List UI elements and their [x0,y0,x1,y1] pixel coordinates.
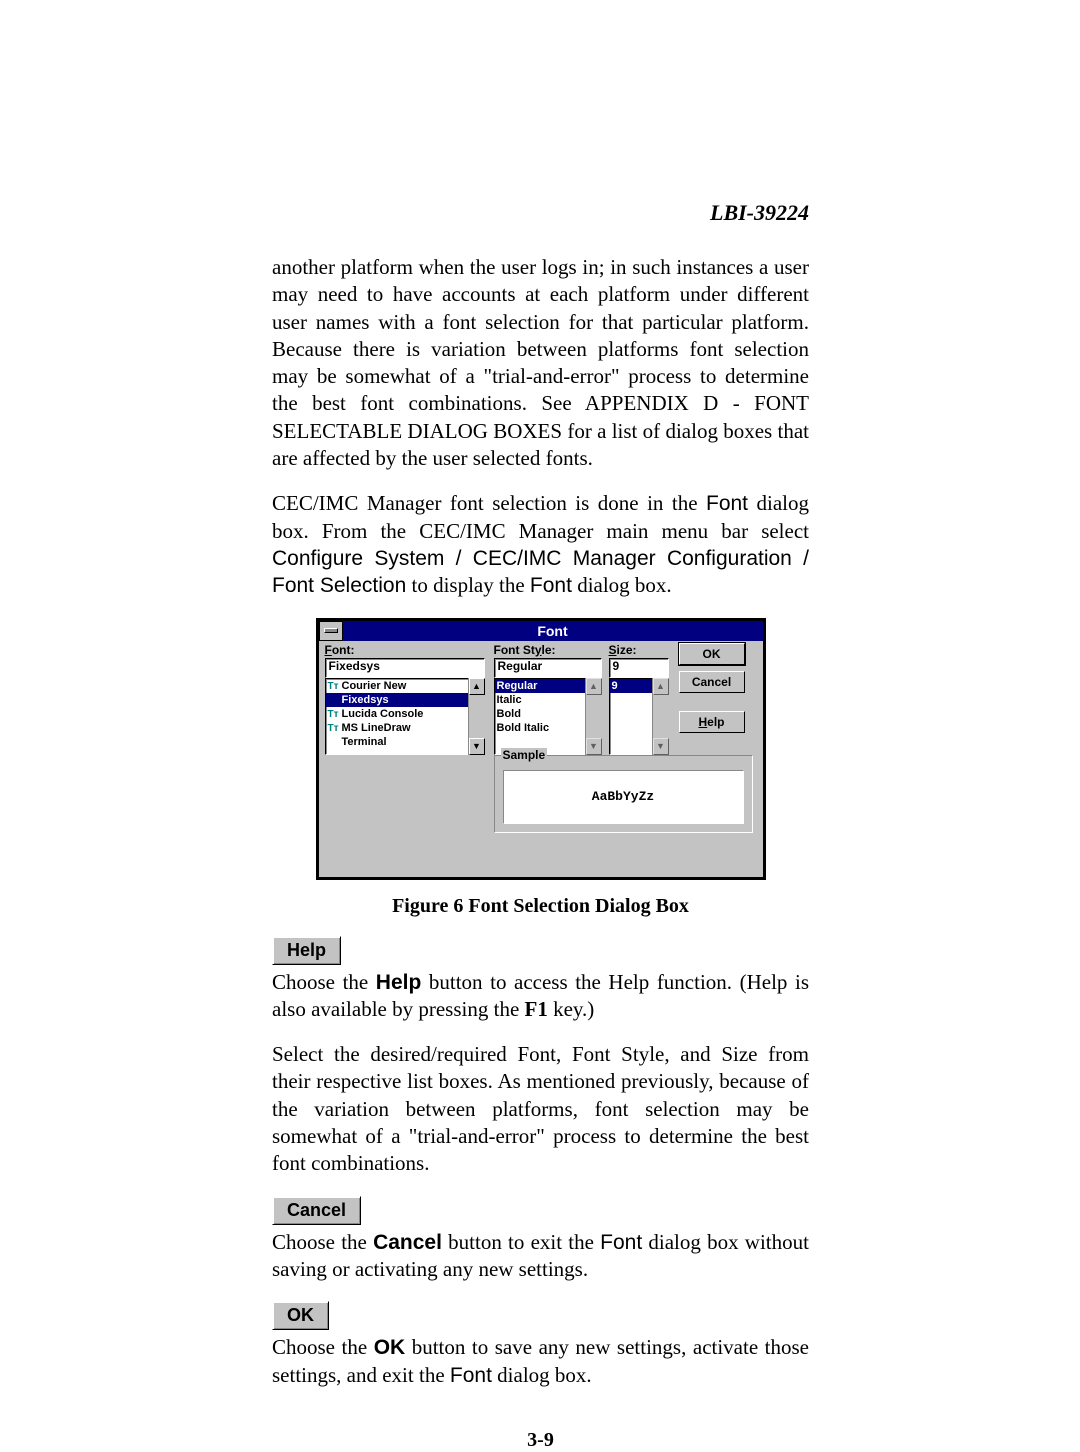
list-item[interactable]: Fixedsys [326,693,468,707]
style-label: Font Style: [494,643,602,657]
list-item[interactable]: Regular [495,679,585,693]
doc-header: LBI-39224 [272,200,809,226]
style-scrollbar[interactable]: ▲ ▼ [585,678,602,755]
paragraph-4: Select the desired/required Font, Font S… [272,1041,809,1177]
ok-button-image: OK [272,1301,329,1330]
ok-button[interactable]: OK [679,643,745,665]
scroll-down-icon[interactable]: ▼ [469,738,485,755]
font-listbox[interactable]: TᴛCourier NewFixedsysTᴛLucida ConsoleTᴛM… [325,678,485,755]
list-item[interactable]: TᴛMS LineDraw [326,721,468,735]
font-input[interactable]: Fixedsys [325,658,485,678]
style-input[interactable]: Regular [494,658,602,678]
paragraph-cancel: Choose the Cancel button to exit the Fon… [272,1229,809,1284]
scroll-up-icon[interactable]: ▲ [469,678,485,695]
cancel-button[interactable]: Cancel [679,671,745,693]
paragraph-2: CEC/IMC Manager font selection is done i… [272,490,809,599]
cancel-button-image: Cancel [272,1196,361,1225]
help-button[interactable]: Help [679,711,745,733]
list-item[interactable]: TᴛCourier New [326,679,468,693]
system-menu-icon[interactable] [319,621,343,641]
font-dialog-figure: Font Font: Fixedsys TᴛCourier NewFixedsy… [316,618,766,880]
list-item[interactable]: Italic [495,693,585,707]
paragraph-1: another platform when the user logs in; … [272,254,809,472]
sample-label: Sample [501,748,548,762]
paragraph-ok: Choose the OK button to save any new set… [272,1334,809,1389]
list-item[interactable]: Terminal [326,735,468,749]
size-scrollbar[interactable]: ▲ ▼ [652,678,669,755]
list-item[interactable]: Bold [495,707,585,721]
dialog-title: Font [343,623,763,639]
list-item[interactable]: 9 [610,679,652,693]
font-label: Font: [325,643,485,657]
dialog-titlebar[interactable]: Font [319,621,763,641]
sample-group: Sample AaBbYyZz [494,755,753,833]
paragraph-help: Choose the Help button to access the Hel… [272,969,809,1024]
list-item[interactable]: Bold Italic [495,721,585,735]
scroll-up-icon[interactable]: ▲ [586,678,602,695]
help-button-image: Help [272,936,341,965]
size-input[interactable]: 9 [609,658,669,678]
figure-caption: Figure 6 Font Selection Dialog Box [272,895,809,918]
scroll-up-icon[interactable]: ▲ [653,678,669,695]
list-item[interactable]: TᴛLucida Console [326,707,468,721]
size-label: Size: [609,643,669,657]
page-number: 3-9 [272,1429,809,1452]
font-scrollbar[interactable]: ▲ ▼ [468,678,485,755]
sample-preview: AaBbYyZz [503,770,744,824]
